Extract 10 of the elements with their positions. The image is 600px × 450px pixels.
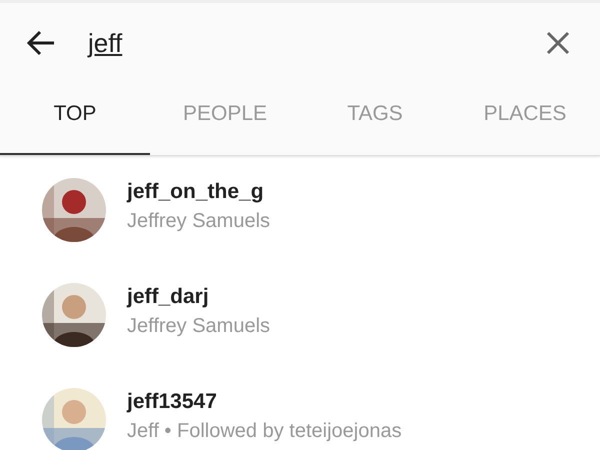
close-icon[interactable] xyxy=(546,31,570,55)
full-name: Jeffrey Samuels xyxy=(127,315,270,338)
full-name: Jeff • Followed by teteijoejonas xyxy=(127,420,402,443)
tab[interactable]: TOP xyxy=(0,83,150,155)
username[interactable]: jeff_darj xyxy=(127,285,270,309)
full-name: Jeffrey Samuels xyxy=(127,210,270,233)
username[interactable]: jeff_on_the_g xyxy=(127,180,270,204)
back-arrow-icon[interactable] xyxy=(26,29,56,57)
search-field[interactable]: jeff xyxy=(84,22,546,64)
username[interactable]: jeff13547 xyxy=(127,390,402,414)
